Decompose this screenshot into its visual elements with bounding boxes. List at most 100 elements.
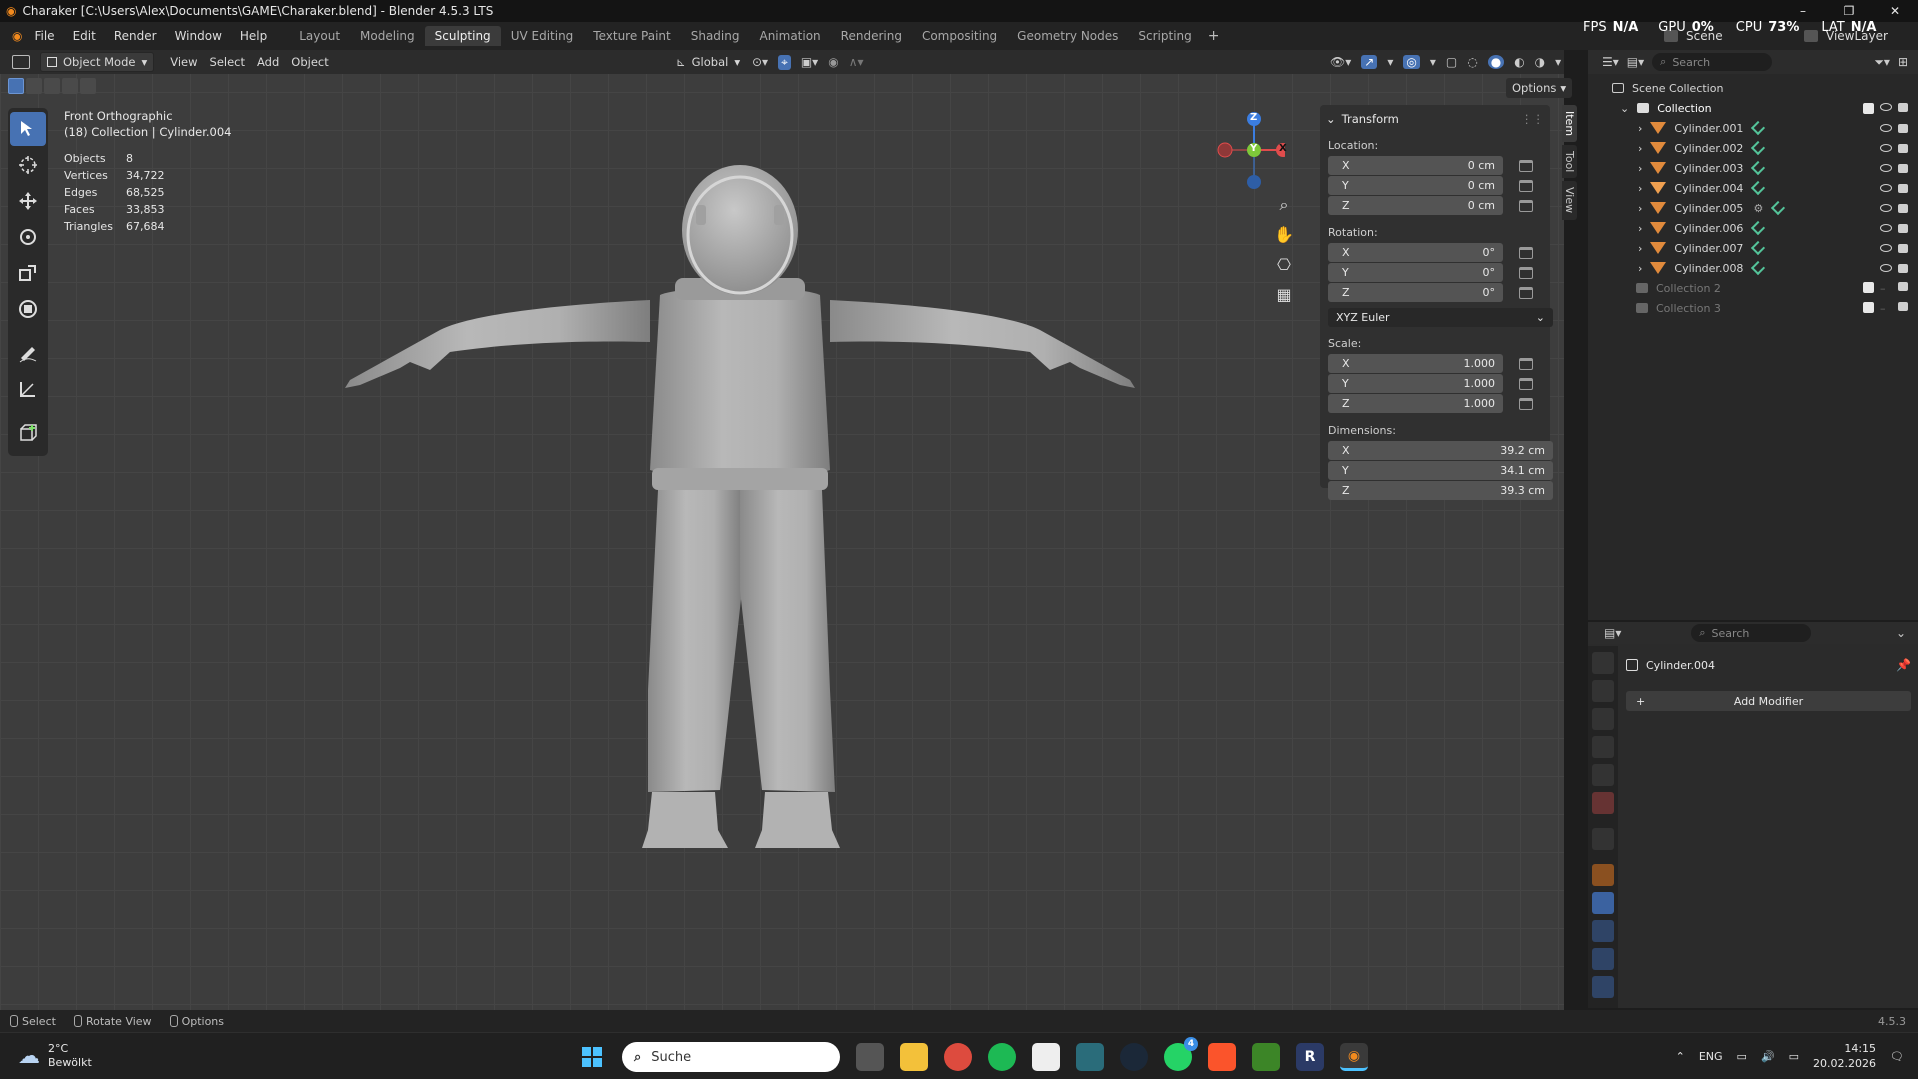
snap-target-icon[interactable]: ▣▾ [801,55,818,69]
mesh-data-icon[interactable] [1751,220,1766,236]
lock-icon[interactable] [1519,378,1533,390]
ortho-grid-icon[interactable]: ▦ [1270,285,1298,315]
lock-icon[interactable] [1519,398,1533,410]
maximize-button[interactable]: ❐ [1826,4,1872,18]
menu-edit[interactable]: Edit [73,29,96,43]
properties-search-input[interactable]: ⌕ Search [1691,624,1812,642]
steam-icon[interactable] [1120,1043,1148,1071]
lock-icon[interactable] [1519,247,1533,259]
lock-icon[interactable] [1519,267,1533,279]
pan-hand-icon[interactable]: ✋ [1270,225,1298,255]
select-invert-icon[interactable] [62,78,78,94]
modifier-icon[interactable]: ⚙ [1753,202,1763,215]
new-collection-icon[interactable]: ⊞ [1898,55,1908,69]
exclude-checkbox[interactable] [1863,301,1874,313]
chrome-icon[interactable] [944,1043,972,1071]
exclude-checkbox[interactable] [1863,102,1874,114]
select-box-tool[interactable] [10,112,46,146]
chevron-right-icon[interactable]: › [1638,222,1642,235]
mesh-data-icon[interactable] [1751,180,1766,196]
minimize-button[interactable]: – [1780,4,1826,18]
scale-x-field[interactable]: X 1.000 [1328,354,1503,373]
battery-icon[interactable]: ▭ [1789,1050,1799,1063]
rotation-mode-select[interactable]: XYZ Euler ⌄ [1328,308,1553,327]
task-view-icon[interactable] [856,1043,884,1071]
menu-add[interactable]: Add [251,52,285,72]
eye-icon[interactable] [1880,143,1892,152]
blender-menu-icon[interactable]: ◉ [12,29,22,43]
annotate-tool[interactable] [10,336,46,370]
tab-layout[interactable]: Layout [289,26,350,46]
location-z-field[interactable]: Z 0 cm [1328,196,1503,215]
add-workspace-button[interactable]: + [1208,28,1220,44]
eye-icon[interactable] [1880,163,1892,172]
collection-row[interactable]: ⌄ Collection [1600,98,1918,118]
dimension-x-field[interactable]: X 39.2 cm [1328,441,1553,460]
camera-icon[interactable] [1898,183,1908,193]
visibility-icon[interactable]: 👁▾ [1330,55,1351,69]
lock-icon[interactable] [1519,160,1533,172]
tab-sculpting[interactable]: Sculpting [424,26,501,46]
chevron-right-icon[interactable]: › [1638,162,1642,175]
network-icon[interactable]: ▭ [1737,1050,1747,1063]
game-app-icon[interactable] [1076,1043,1104,1071]
object-row[interactable]: › Cylinder.008 [1600,258,1918,278]
menu-window[interactable]: Window [175,29,222,43]
object-row[interactable]: › Cylinder.001 [1600,118,1918,138]
overlay-dropdown-icon[interactable]: ▾ [1430,55,1436,69]
tab-view[interactable]: View [1562,181,1577,220]
filter-icon[interactable]: ⏷▾ [1874,55,1890,70]
tab-scripting[interactable]: Scripting [1128,26,1201,46]
gizmo-toggle-icon[interactable]: ↗ [1361,55,1378,69]
material-shading-icon[interactable]: ◐ [1514,55,1524,69]
gizmo-dropdown-icon[interactable]: ▾ [1387,55,1393,69]
zoom-icon[interactable]: ⌕ [1270,195,1298,225]
pivot-icon[interactable]: ⊙▾ [752,55,768,69]
mode-selector[interactable]: Object Mode ▾ [40,52,155,72]
lock-icon[interactable] [1519,200,1533,212]
falloff-icon[interactable]: ∧▾ [849,55,864,69]
navigation-gizmo[interactable]: Z Y X [1215,110,1290,190]
tab-item[interactable]: Item [1562,105,1577,143]
modifier-props-icon[interactable] [1592,892,1614,914]
brave-icon[interactable] [1208,1043,1236,1071]
select-extend-icon[interactable] [26,78,42,94]
menu-render[interactable]: Render [114,29,157,43]
scale-tool[interactable] [10,256,46,290]
camera-icon[interactable] [1898,301,1908,311]
transform-section-header[interactable]: ⌄ Transform ⋮⋮ [1326,109,1544,129]
tab-animation[interactable]: Animation [749,26,830,46]
wireframe-shading-icon[interactable]: ◌ [1467,55,1477,69]
rotate-tool[interactable] [10,220,46,254]
tab-modeling[interactable]: Modeling [350,26,425,46]
snap-icon[interactable]: ⌖ [778,54,791,70]
outliner-search-input[interactable]: ⌕ Search [1652,53,1773,71]
collection-2-row[interactable]: Collection 2 – [1600,278,1918,298]
mesh-data-icon[interactable] [1751,260,1766,276]
add-modifier-button[interactable]: + Add Modifier [1626,691,1911,711]
measure-tool[interactable] [10,372,46,406]
display-mode-icon[interactable]: ▤▾ [1627,55,1644,69]
properties-object-name[interactable]: Cylinder.004 [1646,659,1715,672]
language-indicator[interactable]: ENG [1699,1050,1723,1063]
mesh-data-icon[interactable] [1751,240,1766,256]
object-row[interactable]: › Cylinder.003 [1600,158,1918,178]
collection-3-row[interactable]: Collection 3 – [1600,298,1918,318]
tab-uv-editing[interactable]: UV Editing [501,26,584,46]
lock-icon[interactable] [1519,287,1533,299]
blender-taskbar-icon[interactable]: ◉ [1340,1043,1368,1071]
view-layer-props-icon[interactable] [1592,736,1614,758]
rotation-x-field[interactable]: X 0° [1328,243,1503,262]
collection-props-icon[interactable] [1592,828,1614,850]
properties-editor-icon[interactable]: ▤▾ [1604,626,1621,640]
chevron-right-icon[interactable]: › [1638,142,1642,155]
camera-icon[interactable] [1898,163,1908,173]
output-props-icon[interactable] [1592,708,1614,730]
lock-icon[interactable] [1519,180,1533,192]
camera-icon[interactable] [1898,102,1908,112]
physics-props-icon[interactable] [1592,948,1614,970]
location-x-field[interactable]: X 0 cm [1328,156,1503,175]
dimension-y-field[interactable]: Y 34.1 cm [1328,461,1553,480]
scale-y-field[interactable]: Y 1.000 [1328,374,1503,393]
outliner-editor-icon[interactable]: ☰▾ [1602,55,1619,69]
